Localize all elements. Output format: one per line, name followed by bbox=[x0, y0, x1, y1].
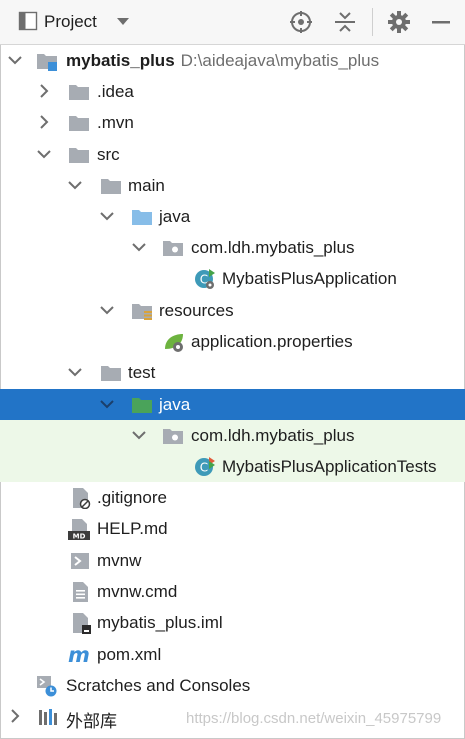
tree-label: java bbox=[159, 395, 191, 414]
tree-item-main[interactable]: main bbox=[0, 170, 465, 201]
tree-label: MybatisPlusApplication bbox=[222, 269, 397, 288]
collapse-all-icon[interactable] bbox=[333, 10, 357, 34]
hide-icon[interactable] bbox=[429, 10, 453, 34]
tree-item-main-package[interactable]: com.ldh.mybatis_plus bbox=[0, 232, 465, 263]
tree-label: .mvn bbox=[97, 113, 134, 132]
chevron-down-icon[interactable] bbox=[100, 397, 114, 411]
chevron-right-icon[interactable] bbox=[37, 115, 51, 129]
tree-item-pom[interactable]: m pom.xml bbox=[0, 639, 465, 670]
spring-boot-class-icon: C bbox=[195, 269, 215, 289]
tree-item-test-package[interactable]: com.ldh.mybatis_plus bbox=[0, 420, 465, 451]
tree-item-test-java[interactable]: java bbox=[0, 389, 465, 420]
tree-item-idea[interactable]: .idea bbox=[0, 76, 465, 107]
chevron-down-icon[interactable] bbox=[8, 53, 22, 67]
spring-properties-icon bbox=[165, 334, 183, 352]
watermark: https://blog.csdn.net/weixin_45975799 bbox=[186, 710, 442, 727]
tree-label: pom.xml bbox=[97, 645, 162, 664]
folder-icon bbox=[101, 179, 121, 194]
tree-label: mvnw.cmd bbox=[97, 582, 178, 601]
tree-item-resources[interactable]: resources bbox=[0, 295, 465, 326]
package-icon bbox=[163, 241, 183, 256]
tree-label: Scratches and Consoles bbox=[66, 676, 251, 695]
tree-item-app-properties[interactable]: application.properties bbox=[0, 326, 465, 357]
ignore-file-icon bbox=[73, 488, 91, 509]
tree-label: MybatisPlusApplicationTests bbox=[222, 457, 437, 476]
chevron-down-icon[interactable] bbox=[132, 240, 146, 254]
tree-item-src[interactable]: src bbox=[0, 139, 465, 170]
resources-folder-icon bbox=[132, 304, 152, 320]
folder-icon bbox=[69, 85, 89, 100]
root-name: mybatis_plus bbox=[66, 51, 175, 70]
tree-item-mvnw-cmd[interactable]: mvnw.cmd bbox=[0, 576, 465, 607]
source-folder-icon bbox=[132, 210, 152, 225]
chevron-right-icon[interactable] bbox=[37, 84, 51, 98]
tree-item-gitignore[interactable]: .gitignore bbox=[0, 482, 465, 513]
package-icon bbox=[163, 429, 183, 444]
chevron-right-icon[interactable] bbox=[8, 709, 22, 723]
markdown-file-icon: MD bbox=[68, 519, 90, 541]
tree-item-main-app[interactable]: C MybatisPlusApplication bbox=[0, 263, 465, 294]
chevron-down-icon[interactable] bbox=[68, 178, 82, 192]
tree-label: application.properties bbox=[191, 332, 353, 351]
tree-label: java bbox=[159, 207, 191, 226]
svg-text:C: C bbox=[200, 461, 208, 475]
tree-label: resources bbox=[159, 301, 234, 320]
test-folder-icon bbox=[132, 398, 152, 413]
svg-text:m: m bbox=[68, 644, 90, 666]
tree-label: mybatis_plus.iml bbox=[97, 613, 223, 632]
tree-label: HELP.md bbox=[97, 519, 168, 538]
chevron-down-icon[interactable] bbox=[37, 147, 51, 161]
module-folder-icon bbox=[37, 54, 57, 71]
tree-item-mvnw[interactable]: mvnw bbox=[0, 545, 465, 576]
tree-label: test bbox=[128, 363, 156, 382]
tree-label: .gitignore bbox=[97, 488, 167, 507]
locate-icon[interactable] bbox=[289, 10, 313, 34]
library-icon bbox=[39, 709, 57, 725]
chevron-down-icon[interactable] bbox=[100, 209, 114, 223]
gear-icon[interactable] bbox=[387, 10, 411, 34]
tree-item-scratches[interactable]: Scratches and Consoles bbox=[0, 670, 465, 701]
project-toolbar: Project bbox=[0, 0, 465, 45]
tree-label: 外部库 bbox=[66, 712, 117, 731]
folder-icon bbox=[101, 366, 121, 381]
tree-item-test-class[interactable]: C MybatisPlusApplicationTests bbox=[0, 451, 465, 482]
tree-label: com.ldh.mybatis_plus bbox=[191, 426, 355, 445]
scratches-icon bbox=[37, 676, 57, 697]
root-path: D:\aideajava\mybatis_plus bbox=[180, 51, 380, 70]
text-file-icon bbox=[73, 582, 88, 602]
tree-item-mvn[interactable]: .mvn bbox=[0, 107, 465, 138]
tree-item-help[interactable]: MD HELP.md bbox=[0, 513, 465, 544]
tree-label: main bbox=[128, 176, 165, 195]
module-file-icon bbox=[73, 613, 91, 634]
chevron-down-icon[interactable] bbox=[68, 365, 82, 379]
tree-item-root[interactable]: mybatis_plus D:\aideajava\mybatis_plus bbox=[0, 45, 465, 76]
tree-label: src bbox=[97, 145, 120, 164]
folder-icon bbox=[69, 116, 89, 131]
svg-text:MD: MD bbox=[73, 533, 86, 541]
tree-item-main-java[interactable]: java bbox=[0, 201, 465, 232]
chevron-down-icon[interactable] bbox=[116, 17, 130, 27]
project-view-icon bbox=[18, 11, 38, 31]
tree-item-iml[interactable]: mybatis_plus.iml bbox=[0, 607, 465, 638]
toolbar-separator bbox=[372, 8, 373, 36]
shell-script-icon bbox=[71, 553, 89, 569]
folder-icon bbox=[69, 148, 89, 163]
tree-label: mvnw bbox=[97, 551, 142, 570]
tree-label: .idea bbox=[97, 82, 134, 101]
chevron-down-icon[interactable] bbox=[132, 428, 146, 442]
project-view-title[interactable]: Project bbox=[44, 12, 97, 32]
maven-icon: m bbox=[68, 644, 90, 666]
test-class-icon: C bbox=[195, 457, 215, 476]
chevron-down-icon[interactable] bbox=[100, 303, 114, 317]
tree-label: com.ldh.mybatis_plus bbox=[191, 238, 355, 257]
tree-item-test[interactable]: test bbox=[0, 357, 465, 388]
